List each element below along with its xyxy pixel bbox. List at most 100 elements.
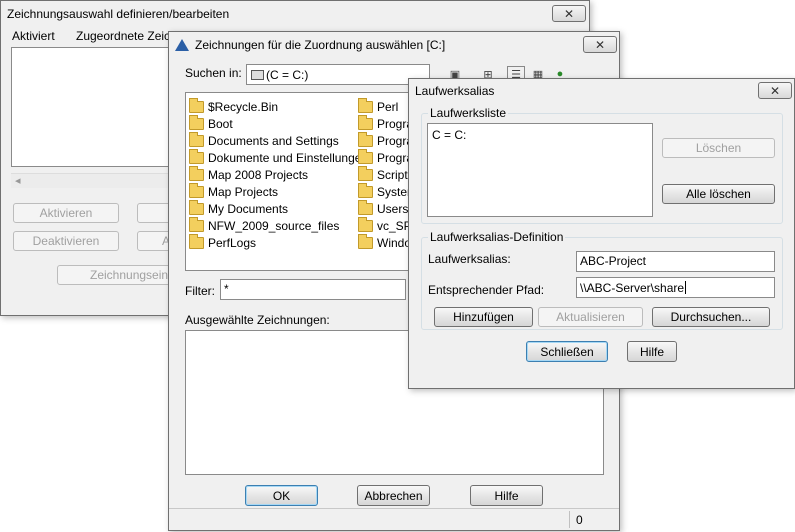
folder-item[interactable]: $Recycle.Bin (189, 97, 368, 115)
folder-item[interactable]: System (358, 182, 408, 200)
deactivate-button[interactable]: Deaktivieren (13, 231, 119, 251)
folder-icon (189, 216, 204, 232)
folder-icon (189, 182, 204, 198)
folder-icon (358, 114, 373, 130)
folder-label: Map Projects (208, 184, 279, 199)
drive-list[interactable]: C = C: (427, 123, 653, 217)
folder-item[interactable]: PerfLogs (189, 233, 368, 251)
folder-item[interactable]: Users (358, 199, 408, 217)
status-count: 0 (576, 513, 583, 527)
folder-item[interactable]: Perl (358, 98, 408, 115)
column-header-aktiviert[interactable]: Aktiviert (12, 29, 55, 43)
folder-label: Users (377, 201, 408, 216)
status-divider (569, 511, 570, 528)
folder-item[interactable]: vc_SP (358, 216, 408, 234)
folder-icon (189, 114, 204, 130)
horizontal-scrollbar[interactable]: ◂ (11, 173, 176, 188)
drive-list-item[interactable]: C = C: (432, 128, 466, 142)
folder-icon (189, 199, 204, 215)
folder-item[interactable]: Map Projects (189, 182, 368, 200)
close-button[interactable]: ✕ (552, 5, 586, 22)
path-value: \\ABC-Server\share (580, 280, 685, 295)
folder-icon (358, 148, 373, 164)
folder-item[interactable]: Boot (189, 114, 368, 132)
drawing-list[interactable] (11, 47, 176, 167)
drive-list-group-title: Laufwerksliste (428, 106, 509, 120)
folder-item[interactable]: Program (358, 148, 408, 166)
filter-input[interactable]: * (220, 279, 406, 300)
folder-item[interactable]: Program (358, 131, 408, 149)
path-label: Entsprechender Pfad: (428, 283, 545, 297)
folder-icon (358, 98, 373, 113)
drive-alias-titlebar[interactable]: Laufwerksalias (409, 79, 794, 103)
folder-item[interactable]: NFW_2009_source_files (189, 216, 368, 234)
folder-icon (358, 131, 373, 147)
status-bar: 0 (169, 508, 619, 530)
ok-button[interactable]: OK (245, 485, 318, 506)
folder-item[interactable]: Window (358, 233, 408, 251)
close-button[interactable]: ✕ (758, 82, 792, 99)
folder-label: Window (377, 235, 408, 250)
look-in-dropdown[interactable]: (C = C:) (246, 64, 430, 85)
folder-icon (358, 182, 373, 198)
folder-label: System (377, 184, 408, 199)
folder-column-right: Perl Program Program Program Scripts System Us… (358, 98, 408, 251)
help-button[interactable]: Hilfe (470, 485, 543, 506)
folder-item[interactable]: Dokumente und Einstellungen (189, 148, 369, 166)
alias-label: Laufwerksalias: (428, 252, 511, 266)
folder-item[interactable]: Scripts (358, 165, 408, 183)
folder-label: PerfLogs (208, 235, 257, 250)
autocad-map-icon (175, 39, 189, 51)
look-in-value: (C = C:) (266, 67, 309, 82)
folder-label: Perl (377, 99, 399, 114)
browse-button[interactable]: Durchsuchen... (652, 307, 770, 327)
close-dialog-button[interactable]: Schließen (526, 341, 608, 362)
look-in-label: Suchen in: (185, 66, 242, 80)
help-button[interactable]: Hilfe (627, 341, 677, 362)
drawing-selection-titlebar[interactable]: Zeichnungsauswahl definieren/bearbeiten (1, 1, 589, 27)
folder-label: Scripts (377, 167, 408, 182)
update-button[interactable]: Aktualisieren (538, 307, 643, 327)
folder-label: NFW_2009_source_files (208, 218, 340, 233)
folder-label: Dokumente und Einstellungen (208, 150, 369, 165)
drawing-settings-button[interactable]: Zeichnungseinste (57, 265, 184, 285)
alias-input[interactable]: ABC-Project (576, 251, 775, 272)
folder-icon (358, 165, 373, 181)
window-title: Laufwerksalias (415, 84, 495, 98)
folder-icon (189, 148, 204, 164)
folder-label: Map 2008 Projects (208, 167, 309, 182)
selected-drawings-label: Ausgewählte Zeichnungen: (185, 313, 330, 327)
folder-item[interactable]: Documents and Settings (189, 131, 368, 149)
delete-button[interactable]: Löschen (662, 138, 775, 158)
folder-item[interactable]: My Documents (189, 199, 368, 217)
text-cursor (685, 281, 687, 294)
add-button[interactable]: Hinzufügen (434, 307, 533, 327)
cancel-button[interactable]: Abbrechen (357, 485, 430, 506)
folder-item[interactable]: Program (358, 114, 408, 132)
folder-label: $Recycle.Bin (208, 99, 279, 114)
folder-icon (358, 233, 373, 249)
folder-icon (189, 233, 204, 249)
folder-icon (189, 165, 204, 181)
window-title: Zeichnungsauswahl definieren/bearbeiten (7, 7, 230, 21)
folder-icon (189, 131, 204, 147)
select-drawings-titlebar[interactable]: Zeichnungen für die Zuordnung auswählen … (169, 32, 619, 58)
scroll-left-icon[interactable]: ◂ (15, 174, 21, 187)
activate-button[interactable]: Aktivieren (13, 203, 119, 223)
folder-icon (189, 97, 204, 113)
close-button[interactable]: ✕ (583, 36, 617, 53)
folder-item[interactable]: Map 2008 Projects (189, 165, 368, 183)
drive-alias-window: Laufwerksalias ✕ Laufwerksliste C = C: L… (408, 78, 795, 389)
drive-icon (251, 69, 264, 80)
delete-all-button[interactable]: Alle löschen (662, 184, 775, 204)
path-input[interactable]: \\ABC-Server\share (576, 277, 775, 298)
folder-label: Program (377, 150, 408, 165)
folder-label: vc_SP (377, 218, 408, 233)
folder-label: Documents and Settings (208, 133, 339, 148)
folder-column-left: $Recycle.Bin Boot Documents and Settings Do… (189, 97, 369, 251)
folder-label: Program (377, 133, 408, 148)
filter-label: Filter: (185, 284, 215, 298)
folder-label: Boot (208, 116, 233, 131)
folder-icon (358, 199, 373, 215)
alias-definition-group-title: Laufwerksalias-Definition (428, 230, 566, 244)
